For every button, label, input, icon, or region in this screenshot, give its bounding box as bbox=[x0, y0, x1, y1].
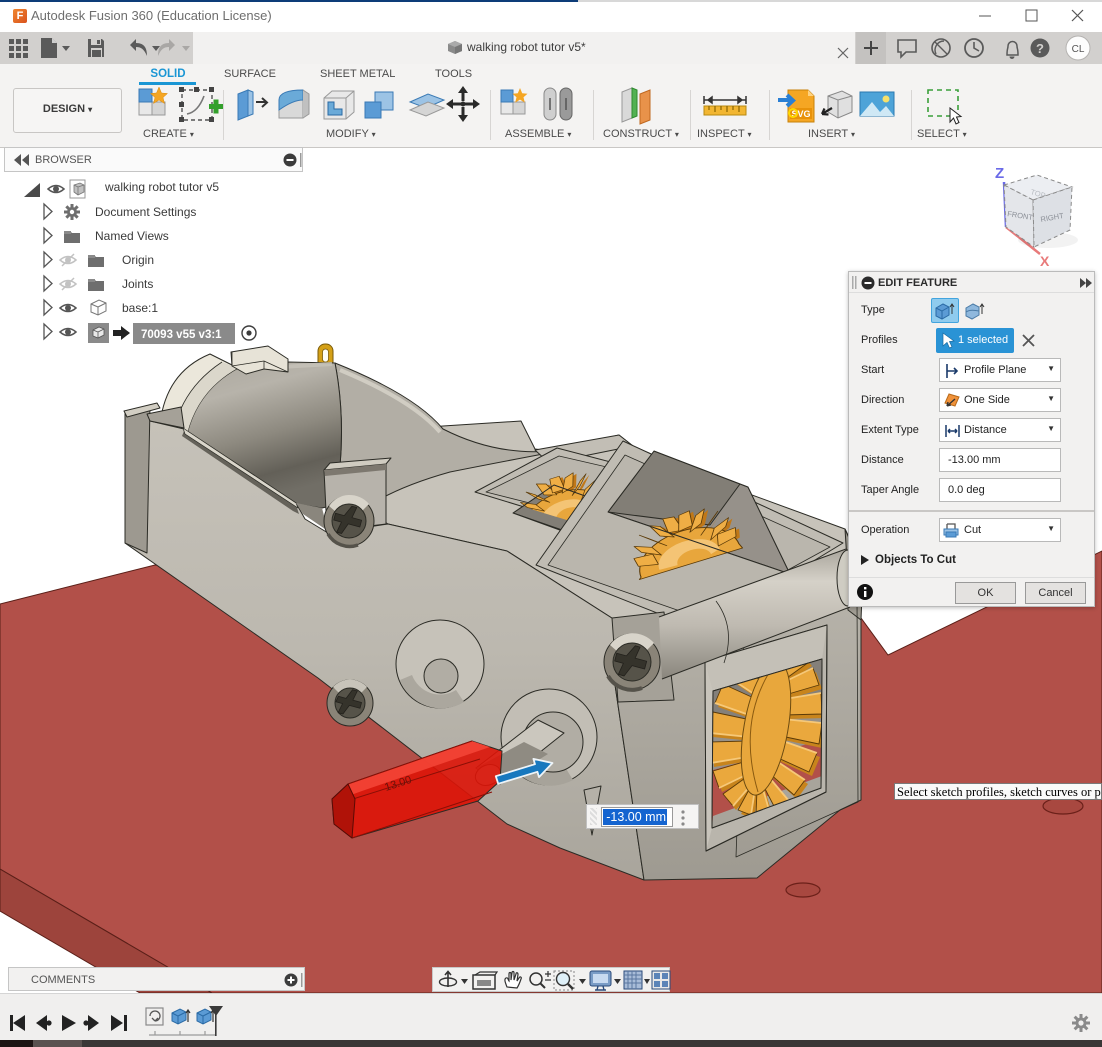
svg-text:70093 v55 v3:1: 70093 v55 v3:1 bbox=[141, 329, 222, 341]
svg-text:CL: CL bbox=[1072, 44, 1085, 55]
svg-text:X: X bbox=[1040, 253, 1050, 269]
svg-text:Z: Z bbox=[995, 165, 1004, 182]
svg-text:?: ? bbox=[1036, 41, 1044, 56]
